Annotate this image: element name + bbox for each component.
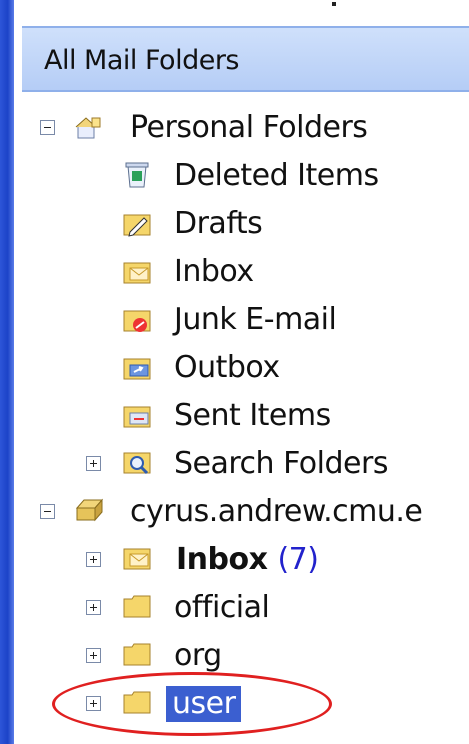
junk-folder-icon [123,310,151,332]
search-folder-icon [123,452,151,475]
collapse-account[interactable] [40,504,55,519]
tree-item-junk-email[interactable]: Junk E-mail [174,302,337,338]
unread-count: (7) [277,542,319,577]
account-inbox-folder-icon [123,548,151,570]
trash-icon [125,162,149,188]
folder-tree: Personal Folders Deleted Items Drafts In… [0,0,469,744]
sent-folder-icon [123,406,151,428]
tree-item-official[interactable]: official [174,590,270,626]
tree-item-deleted-items[interactable]: Deleted Items [174,158,379,194]
tree-item-outbox[interactable]: Outbox [174,350,280,386]
tree-item-user-selected[interactable]: user [166,686,242,722]
outbox-folder-icon [123,358,151,380]
folder-icon [123,643,151,666]
expand-org[interactable] [86,648,101,663]
tree-item-account-inbox[interactable]: Inbox (7) [176,542,319,578]
tree-item-sent-items[interactable]: Sent Items [174,398,331,434]
tree-item-drafts[interactable]: Drafts [174,206,263,242]
drafts-folder-icon [123,214,151,237]
account-inbox-label: Inbox [176,542,268,577]
expand-search-folders[interactable] [86,456,101,471]
expand-user[interactable] [86,696,101,711]
personal-folders-icon [75,117,101,139]
folder-icon [123,691,151,714]
collapse-personal-folders[interactable] [40,120,55,135]
tree-item-inbox[interactable]: Inbox [174,254,254,290]
tree-item-search-folders[interactable]: Search Folders [174,446,388,482]
expand-account-inbox[interactable] [86,552,101,567]
inbox-folder-icon [123,262,151,284]
expand-official[interactable] [86,600,101,615]
tree-item-personal-folders[interactable]: Personal Folders [130,110,368,146]
tree-item-account[interactable]: cyrus.andrew.cmu.e [130,494,423,530]
folder-icon [123,595,151,618]
tree-item-org[interactable]: org [174,638,222,674]
mailbox-account-icon [75,498,104,522]
